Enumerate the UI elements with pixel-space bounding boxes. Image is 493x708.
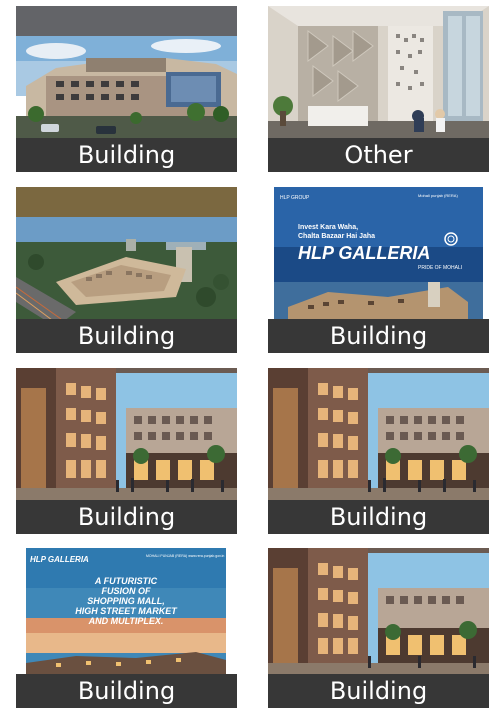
poster-brand: HLP GALLERIA — [30, 555, 89, 564]
lobby-interior-photo — [268, 6, 489, 146]
poster-line-4: HIGH STREET MARKET — [75, 606, 178, 616]
gallery-tile-8[interactable]: Building — [268, 548, 489, 708]
gallery-tile-2[interactable]: Other — [268, 6, 489, 172]
hlp-galleria-brochure: HLP GROUP Mohali punjab (RERA) Invest Ka… — [268, 187, 489, 327]
image-gallery: Building Other Building HLP GROUP Mohali… — [0, 0, 493, 708]
brochure-rera: Mohali punjab (RERA) — [418, 193, 458, 198]
brochure-brand-small: HLP GROUP — [280, 195, 310, 201]
tile-caption: Other — [268, 138, 489, 172]
high-street-render — [16, 368, 237, 508]
high-street-render — [268, 368, 489, 508]
gallery-tile-6[interactable]: Building — [268, 368, 489, 534]
tile-caption: Building — [268, 319, 489, 353]
tile-caption: Building — [16, 138, 237, 172]
high-street-render — [268, 548, 489, 680]
tile-caption: Building — [16, 319, 237, 353]
brochure-tagline-1: Invest Kara Waha, — [298, 224, 358, 231]
tile-caption: Building — [268, 500, 489, 534]
gallery-tile-5[interactable]: Building — [16, 368, 237, 534]
gallery-tile-7[interactable]: HLP GALLERIA MOHALI PUNJAB (RERA) www.re… — [16, 548, 237, 708]
brochure-tagline-2: Chalta Bazaar Hai Jaha — [298, 233, 375, 240]
poster-rera: MOHALI PUNJAB (RERA) www.rera.punjab.gov… — [146, 554, 224, 558]
poster-line-1: A FUTURISTIC — [94, 576, 158, 586]
tile-caption: Building — [268, 674, 489, 708]
tile-caption: Building — [16, 500, 237, 534]
poster-line-2: FUSION OF — [102, 586, 152, 596]
brochure-sub: PRIDE OF MOHALI — [418, 265, 462, 271]
building-exterior-photo — [16, 6, 237, 146]
gallery-tile-4[interactable]: HLP GROUP Mohali punjab (RERA) Invest Ka… — [268, 187, 489, 353]
poster-line-3: SHOPPING MALL, — [87, 596, 165, 606]
gallery-tile-1[interactable]: Building — [16, 6, 237, 172]
poster-line-5: AND MULTIPLEX. — [88, 616, 164, 626]
gallery-tile-3[interactable]: Building — [16, 187, 237, 353]
aerial-project-render — [16, 187, 237, 327]
tile-caption: Building — [16, 674, 237, 708]
brochure-brand: HLP GALLERIA — [298, 243, 430, 263]
hlp-galleria-poster: HLP GALLERIA MOHALI PUNJAB (RERA) www.re… — [16, 548, 237, 680]
